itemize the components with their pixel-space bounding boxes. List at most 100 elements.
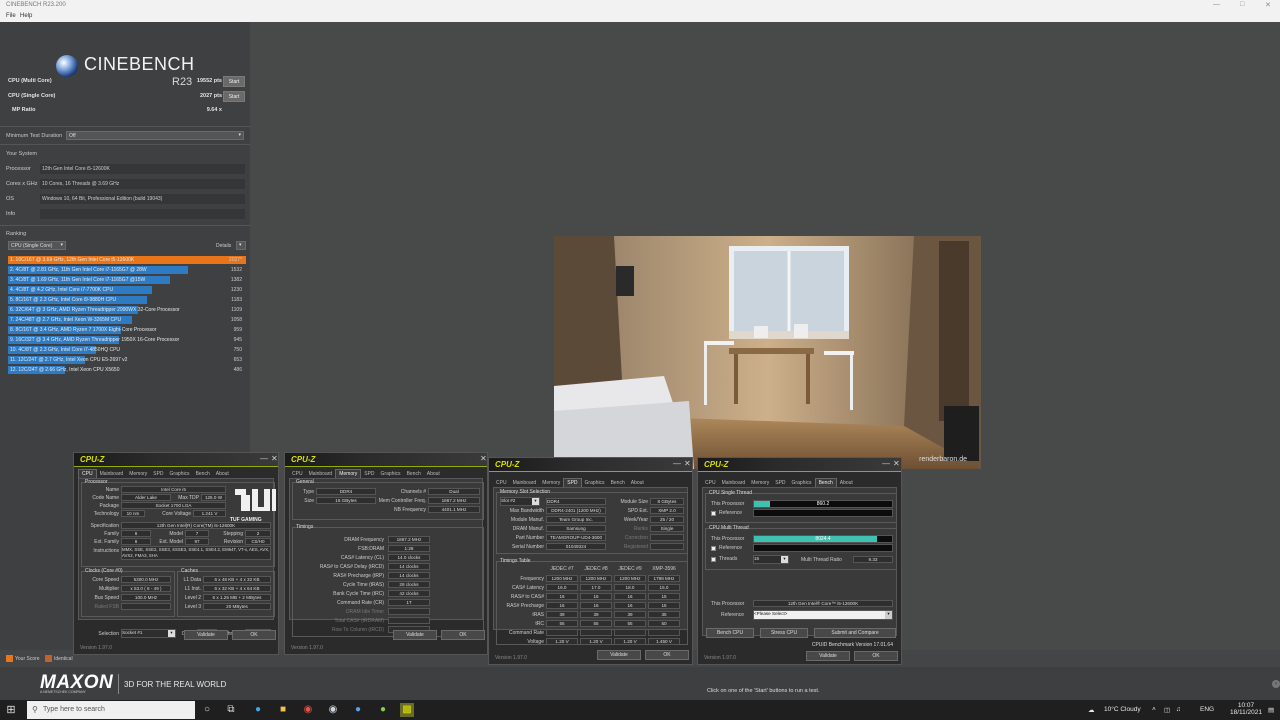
chrome-icon[interactable]: ◉	[301, 703, 315, 717]
edge-icon[interactable]: ●	[251, 703, 265, 717]
reference-select[interactable]: <Please Select> ▾	[753, 610, 893, 620]
tab-cpu[interactable]: CPU	[493, 479, 510, 487]
tab-graphics[interactable]: Graphics	[582, 479, 608, 487]
windows-start-icon[interactable]: ⊞	[4, 703, 18, 717]
ranking-bar-label: 4. 4C/8T @ 4.2 GHz, Intel Core i7-7700K …	[10, 287, 114, 293]
tab-about[interactable]: About	[837, 479, 856, 487]
tab-mainboard[interactable]: Mainboard	[306, 470, 336, 478]
ranking-bar[interactable]: 8. 8C/16T @ 3.4 GHz, AMD Ryzen 7 1700X E…	[8, 326, 156, 334]
app-taskbar-icon[interactable]: ●	[351, 703, 365, 717]
tray-chevron-icon[interactable]: ˄	[1152, 706, 1156, 713]
validate-button[interactable]: Validate	[393, 630, 437, 640]
close-icon[interactable]: ✕	[480, 454, 487, 463]
tab-memory[interactable]: Memory	[335, 469, 362, 478]
tab-cpu[interactable]: CPU	[702, 479, 719, 487]
weather-text[interactable]: 10°C Cloudy	[1104, 706, 1141, 713]
stress-cpu-button[interactable]: Stress CPU	[760, 628, 808, 638]
bench-cpu-button[interactable]: Bench CPU	[706, 628, 754, 638]
tab-bench[interactable]: Bench	[608, 479, 628, 487]
menu-help[interactable]: Help	[20, 13, 32, 19]
close-icon[interactable]: ✕	[271, 454, 278, 463]
socket-select[interactable]: Socket #1 ▾	[121, 629, 176, 638]
minimize-icon[interactable]: —	[882, 459, 890, 468]
language-indicator[interactable]: ENG	[1200, 706, 1214, 713]
minimize-icon[interactable]: —	[260, 454, 268, 463]
reference-checkbox[interactable]	[711, 511, 716, 516]
network-icon[interactable]: ◫	[1164, 706, 1170, 714]
tab-spd[interactable]: SPD	[772, 479, 788, 487]
clock[interactable]: 10:07 18/11/2021	[1226, 702, 1266, 716]
tab-about[interactable]: About	[213, 470, 232, 478]
tab-graphics[interactable]: Graphics	[167, 470, 193, 478]
details-toggle[interactable]: ▾	[236, 241, 246, 250]
volume-icon[interactable]: ♫	[1176, 706, 1181, 713]
submit-compare-button[interactable]: Submit and Compare	[814, 628, 896, 638]
tab-graphics[interactable]: Graphics	[378, 470, 404, 478]
validate-button[interactable]: Validate	[806, 651, 850, 661]
cpuz-taskbar-icon[interactable]: ▩	[400, 703, 414, 717]
minimize-icon[interactable]: —	[673, 459, 681, 468]
tab-memory[interactable]: Memory	[748, 479, 772, 487]
ok-button[interactable]: OK	[441, 630, 485, 640]
reference-checkbox[interactable]	[711, 546, 716, 551]
ranking-bar[interactable]: 5. 8C/16T @ 2.3 GHz, Intel Core i9-9880H…	[8, 296, 147, 304]
threads-checkbox[interactable]	[711, 557, 716, 562]
tab-graphics[interactable]: Graphics	[789, 479, 815, 487]
file-explorer-icon[interactable]: ■	[276, 703, 290, 717]
menu-file[interactable]: File	[6, 13, 16, 19]
cortana-icon[interactable]: ○	[200, 703, 214, 717]
app-green-taskbar-icon[interactable]: ●	[376, 703, 390, 717]
tab-mainboard[interactable]: Mainboard	[719, 479, 749, 487]
tab-memory[interactable]: Memory	[126, 470, 150, 478]
validate-button[interactable]: Validate	[597, 650, 641, 660]
close-icon[interactable]: ✕	[684, 459, 691, 468]
tab-bench[interactable]: Bench	[404, 470, 424, 478]
ranking-mode-select[interactable]: CPU (Single Core) ▾	[8, 241, 66, 250]
close-icon[interactable]: ✕	[893, 459, 900, 468]
threads-select[interactable]: 16 ▾	[753, 555, 789, 564]
label: Reference	[721, 612, 745, 618]
ranking-bar[interactable]: 4. 4C/8T @ 4.2 GHz, Intel Core i7-7700K …	[8, 286, 152, 294]
maximize-icon[interactable]: □	[1240, 1, 1244, 8]
tab-about[interactable]: About	[628, 479, 647, 487]
ranking-bar[interactable]: 10. 4C/8T @ 2.3 GHz, Intel Core i7-4850H…	[8, 346, 120, 354]
notification-icon[interactable]: ▤	[1268, 706, 1274, 714]
system-info-field[interactable]	[40, 209, 245, 219]
taskbar-search[interactable]: ⚲ Type here to search	[27, 701, 195, 719]
cinebench-taskbar-icon[interactable]: ◉	[326, 703, 340, 717]
tab-spd[interactable]: SPD	[150, 470, 166, 478]
ranking-bar[interactable]: 6. 32C/64T @ 3 GHz, AMD Ryzen Threadripp…	[8, 306, 180, 314]
tab-cpu[interactable]: CPU	[78, 469, 97, 478]
tab-memory[interactable]: Memory	[539, 479, 563, 487]
ok-button[interactable]: OK	[854, 651, 898, 661]
tab-mainboard[interactable]: Mainboard	[97, 470, 127, 478]
ranking-bar[interactable]: 7. 24C/48T @ 2.7 GHz, Intel Xeon W-3265M…	[8, 316, 132, 324]
close-icon[interactable]: ✕	[1265, 1, 1271, 9]
weather-icon[interactable]: ☁	[1088, 706, 1095, 714]
ok-button[interactable]: OK	[232, 630, 276, 640]
slot-select[interactable]: Slot #2 ▾	[500, 497, 540, 506]
tab-cpu[interactable]: CPU	[289, 470, 306, 478]
ranking-bar[interactable]: 12. 12C/24T @ 2.66 GHz, Intel Xeon CPU X…	[8, 366, 120, 374]
minimize-icon[interactable]: —	[1213, 1, 1220, 8]
tab-about[interactable]: About	[424, 470, 443, 478]
start-multi-button[interactable]: Start	[223, 76, 245, 87]
ranking-bar[interactable]: 11. 12C/24T @ 2.7 GHz, Intel Xeon CPU E5…	[8, 356, 127, 364]
ok-button[interactable]: OK	[645, 650, 689, 660]
validate-button[interactable]: Validate	[184, 630, 228, 640]
start-single-button[interactable]: Start	[223, 91, 245, 102]
label: Revision	[223, 539, 243, 545]
ranking-bar[interactable]: 9. 16C/32T @ 3.4 GHz, AMD Ryzen Threadri…	[8, 336, 179, 344]
tab-spd[interactable]: SPD	[361, 470, 377, 478]
min-duration-select[interactable]: Off ▾	[66, 131, 244, 140]
tab-spd[interactable]: SPD	[563, 478, 582, 487]
ranking-bar[interactable]: 2. 4C/8T @ 2.81 GHz, 11th Gen Intel Core…	[8, 266, 188, 274]
tab-bench[interactable]: Bench	[814, 478, 837, 487]
scroll-icon[interactable]: ‹	[1272, 680, 1280, 688]
ranking-bar[interactable]: 1. 10C/16T @ 3.69 GHz, 12th Gen Intel Co…	[8, 256, 246, 264]
ranking-bar[interactable]: 3. 4C/8T @ 1.69 GHz, 11th Gen Intel Core…	[8, 276, 170, 284]
tab-bench[interactable]: Bench	[193, 470, 213, 478]
details-label[interactable]: Details	[216, 243, 231, 249]
tab-mainboard[interactable]: Mainboard	[510, 479, 540, 487]
task-view-icon[interactable]: ⧉	[224, 703, 238, 717]
